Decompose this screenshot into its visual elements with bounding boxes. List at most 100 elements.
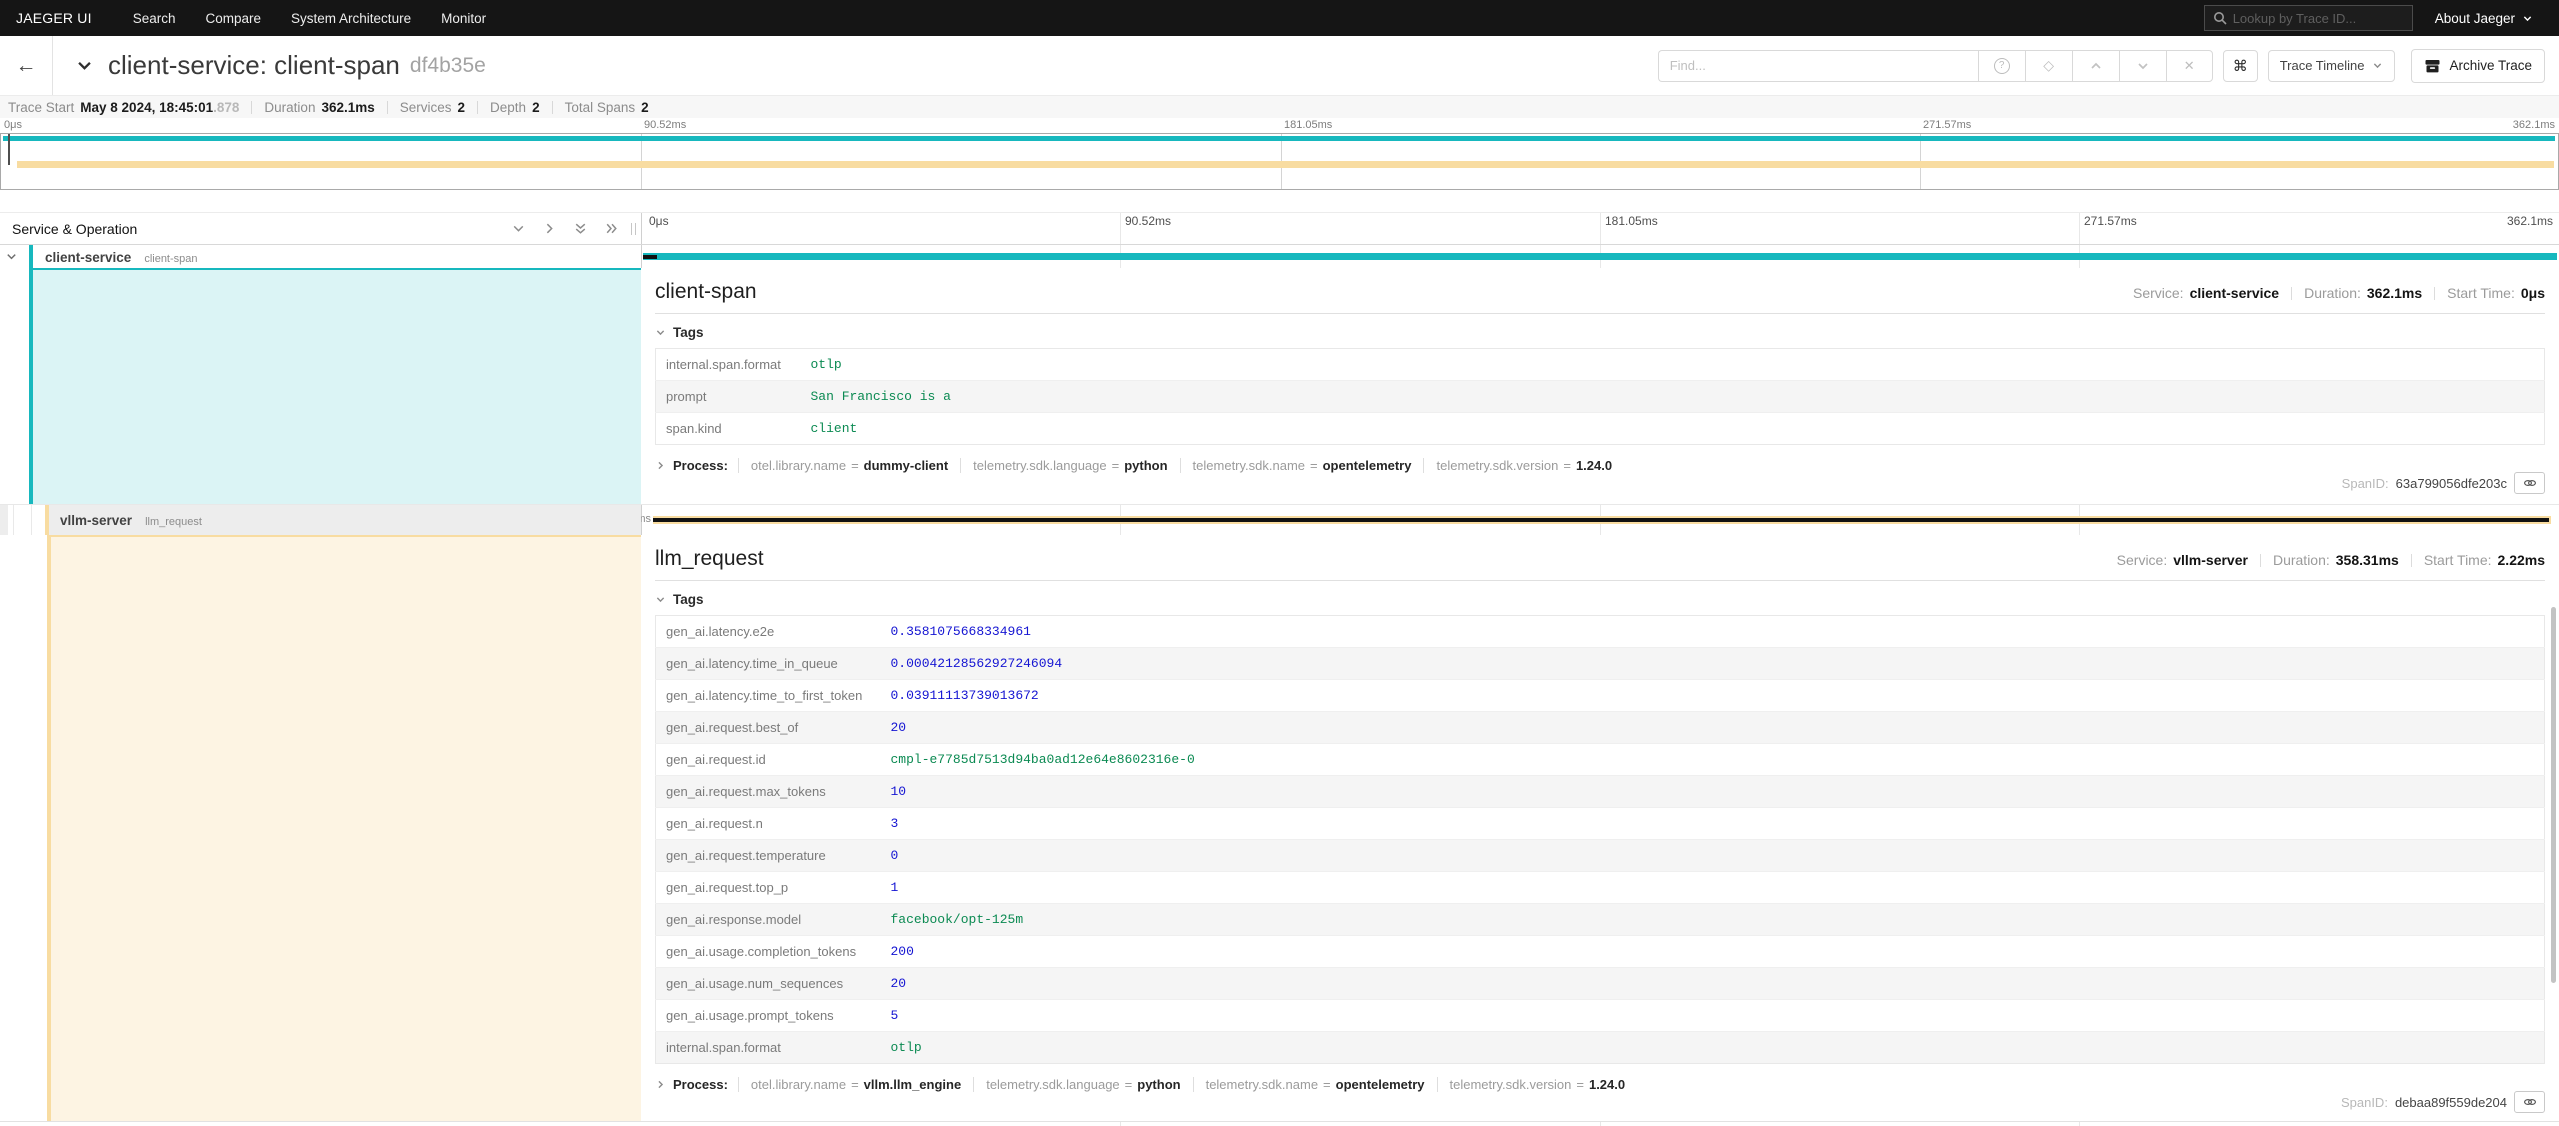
link-icon xyxy=(2523,477,2537,489)
detail-header: llm_request Service:vllm-server Duration… xyxy=(655,547,2545,581)
start-time-value: 2.22ms xyxy=(2498,552,2545,568)
expand-one-icon[interactable] xyxy=(542,221,557,236)
span-color-bar xyxy=(29,245,33,268)
trace-collapse-toggle[interactable] xyxy=(75,56,94,75)
span-id-value: 63a799056dfe203c xyxy=(2396,476,2507,491)
service-value: client-service xyxy=(2190,285,2280,301)
trace-id-short: df4b35e xyxy=(410,54,486,78)
trace-start-label: Trace Start xyxy=(8,100,74,115)
collapse-all-icon[interactable] xyxy=(573,221,588,236)
span-operation-name: llm_request xyxy=(145,516,202,528)
process-item: telemetry.sdk.language=python xyxy=(973,1077,1192,1092)
tag-value: otlp xyxy=(801,349,2545,381)
span-duration-label: 358.31ms xyxy=(641,513,651,525)
nav-item-monitor[interactable]: Monitor xyxy=(426,11,501,26)
span-row-client-span-track[interactable] xyxy=(641,245,2559,268)
service-value: vllm-server xyxy=(2173,552,2248,568)
nav-item-system-architecture[interactable]: System Architecture xyxy=(276,11,426,26)
tag-key: gen_ai.usage.prompt_tokens xyxy=(656,1000,881,1032)
span-row-client-span[interactable]: client-serviceclient-span xyxy=(0,245,2559,268)
detail-body-client-span: client-span Service:client-service Durat… xyxy=(641,268,2559,504)
span-row-llm-request-track[interactable]: 358.31ms xyxy=(641,505,2559,535)
process-item: telemetry.sdk.version=1.24.0 xyxy=(1437,1077,1638,1092)
expand-collapse-controls xyxy=(511,221,619,236)
process-value: 1.24.0 xyxy=(1589,1077,1625,1092)
process-item: telemetry.sdk.name=opentelemetry xyxy=(1193,1077,1437,1092)
equals-sign: = xyxy=(1563,458,1571,473)
trace-id-lookup[interactable] xyxy=(2204,5,2413,31)
column-resizer[interactable] xyxy=(631,223,636,235)
process-key: telemetry.sdk.name xyxy=(1206,1077,1318,1092)
process-accordion[interactable]: Process: otel.library.name=vllm.llm_engi… xyxy=(655,1077,2545,1092)
timeline-tick: 181.05ms xyxy=(1605,214,1658,228)
tag-key: prompt xyxy=(656,381,801,413)
process-value: python xyxy=(1124,458,1167,473)
collapse-one-icon[interactable] xyxy=(511,221,526,236)
copy-span-link-button[interactable] xyxy=(2514,1091,2545,1113)
span-id-row: SpanID: debaa89f559de204 xyxy=(2341,1091,2545,1113)
divider xyxy=(251,101,252,114)
tag-value: 5 xyxy=(881,1000,2545,1032)
find-help-button[interactable]: ? xyxy=(1978,50,2025,82)
find-next-button[interactable] xyxy=(2119,50,2166,82)
scrollbar[interactable] xyxy=(2551,607,2556,983)
span-id-row: SpanID: 63a799056dfe203c xyxy=(2342,472,2545,494)
depth-label: Depth xyxy=(490,100,526,115)
process-accordion[interactable]: Process: otel.library.name=dummy-client … xyxy=(655,458,2545,473)
timeline-tick: 90.52ms xyxy=(1125,214,1171,228)
tags-accordion[interactable]: Tags xyxy=(655,592,2545,607)
process-key: otel.library.name xyxy=(751,458,846,473)
span-service-name: client-service xyxy=(45,250,131,265)
tags-accordion[interactable]: Tags xyxy=(655,325,2545,340)
nav-item-compare[interactable]: Compare xyxy=(191,11,277,26)
chevron-up-icon xyxy=(2089,59,2103,73)
process-label: Process: xyxy=(673,1077,728,1092)
span-row-client-span-label[interactable]: client-serviceclient-span xyxy=(0,245,641,268)
span-bar-llm-request[interactable] xyxy=(653,516,2551,524)
about-jaeger-menu[interactable]: About Jaeger xyxy=(2435,11,2533,26)
find-clear-button[interactable]: ✕ xyxy=(2166,50,2213,82)
divider xyxy=(2411,554,2412,567)
services-label: Services xyxy=(400,100,452,115)
detail-meta: Service:client-service Duration:362.1ms … xyxy=(2133,285,2545,301)
tag-row: internal.span.formatotlp xyxy=(656,349,2545,381)
archive-trace-button[interactable]: Archive Trace xyxy=(2411,49,2545,83)
equals-sign: = xyxy=(1310,458,1318,473)
minimap-tick: 362.1ms xyxy=(2513,119,2555,131)
target-icon: ◇ xyxy=(2043,57,2054,74)
back-button[interactable]: ← xyxy=(0,36,53,95)
service-label: Service: xyxy=(2117,552,2168,568)
total-spans-label: Total Spans xyxy=(565,100,636,115)
copy-span-link-button[interactable] xyxy=(2514,472,2545,494)
trace-view-select[interactable]: Trace Timeline xyxy=(2268,50,2396,82)
help-icon: ? xyxy=(1994,58,2010,74)
top-nav: JAEGER UI Search Compare System Architec… xyxy=(0,0,2559,36)
close-icon: ✕ xyxy=(2184,58,2195,74)
start-time-label: Start Time: xyxy=(2424,552,2492,568)
find-prev-button[interactable] xyxy=(2072,50,2119,82)
tag-row: gen_ai.request.idcmpl-e7785d7513d94ba0ad… xyxy=(656,744,2545,776)
tag-key: gen_ai.usage.num_sequences xyxy=(656,968,881,1000)
trace-total-spans: Total Spans 2 xyxy=(565,100,649,115)
trace-id-lookup-input[interactable] xyxy=(2233,11,2404,26)
equals-sign: = xyxy=(1125,1077,1133,1092)
find-input[interactable] xyxy=(1658,50,1978,82)
expand-all-icon[interactable] xyxy=(604,221,619,236)
divider xyxy=(2434,287,2435,300)
nav-item-search[interactable]: Search xyxy=(118,11,191,26)
tag-row: gen_ai.request.max_tokens10 xyxy=(656,776,2545,808)
minimap-scrubber-handle[interactable] xyxy=(8,134,10,165)
keyboard-shortcuts-button[interactable]: ⌘ xyxy=(2223,50,2258,82)
span-children-toggle[interactable] xyxy=(5,250,18,263)
span-row-llm-request-label[interactable]: vllm-serverllm_request xyxy=(0,505,641,535)
tag-value: 0.00042128562927246094 xyxy=(881,648,2545,680)
chevron-right-icon xyxy=(655,460,666,471)
chevron-down-icon xyxy=(2522,13,2533,24)
span-row-llm-request[interactable]: vllm-serverllm_request 358.31ms xyxy=(0,505,2559,535)
jaeger-logo[interactable]: JAEGER UI xyxy=(16,10,92,26)
divider xyxy=(2260,554,2261,567)
find-focus-button[interactable]: ◇ xyxy=(2025,50,2072,82)
tag-value: 3 xyxy=(881,808,2545,840)
span-bar-client-span[interactable] xyxy=(643,253,2557,260)
timeline-minimap[interactable] xyxy=(0,133,2559,190)
